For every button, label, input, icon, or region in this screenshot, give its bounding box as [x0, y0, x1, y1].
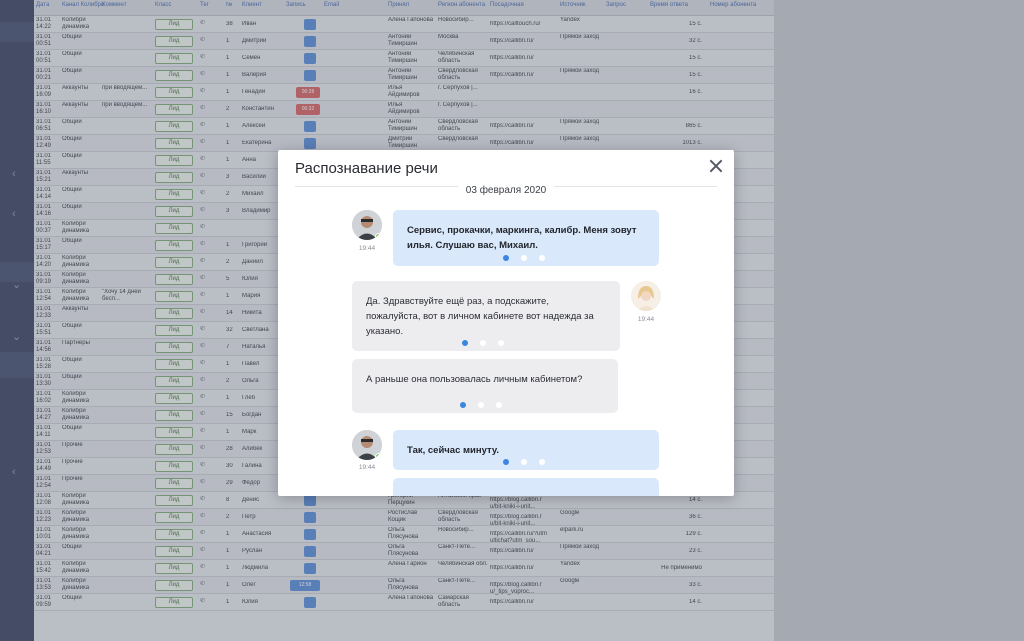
message-time: 19:44 [358, 464, 376, 471]
operator-message: Так, сейчас минуту. [393, 430, 659, 470]
conversation-date: 03 февраля 2020 [457, 185, 555, 196]
pagination-dot[interactable] [521, 255, 527, 261]
pagination-dot[interactable] [539, 459, 545, 465]
operator-avatar [352, 430, 382, 460]
client-message: Да. Здравствуйте ещё раз, а подскажите, … [352, 281, 620, 351]
pagination-dot[interactable] [498, 340, 504, 346]
pagination-dot[interactable] [462, 340, 468, 346]
operator-message: Сервис, прокачки, маркинга, калибр. Меня… [393, 210, 659, 266]
pagination-dot[interactable] [478, 402, 484, 408]
pagination-dot[interactable] [521, 459, 527, 465]
message-text: Да. Здравствуйте ещё раз, а подскажите, … [366, 296, 594, 337]
speech-recognition-modal: Распознавание речи 03 февраля 2020 19:44… [278, 150, 734, 496]
operator-avatar [352, 210, 382, 240]
client-message: А раньше она пользовалась личным кабинет… [352, 359, 618, 413]
modal-title: Распознавание речи [295, 160, 438, 177]
message-time: 19:44 [358, 245, 376, 252]
pagination-dot[interactable] [460, 402, 466, 408]
pagination-dot[interactable] [539, 255, 545, 261]
message-pagination [503, 459, 545, 465]
pagination-dot[interactable] [496, 402, 502, 408]
message-text: Так, сейчас минуту. [407, 445, 499, 456]
operator-message-partial [393, 478, 659, 496]
pagination-dot[interactable] [480, 340, 486, 346]
pagination-dot[interactable] [503, 255, 509, 261]
message-pagination [462, 340, 504, 346]
message-pagination [503, 255, 545, 261]
message-text: А раньше она пользовалась личным кабинет… [366, 374, 583, 385]
message-pagination [460, 402, 502, 408]
online-status-dot [375, 233, 382, 240]
message-time: 19:44 [637, 316, 655, 323]
pagination-dot[interactable] [503, 459, 509, 465]
message-text: Сервис, прокачки, маркинга, калибр. Меня… [407, 225, 637, 251]
online-status-dot [375, 453, 382, 460]
client-avatar [631, 281, 661, 311]
close-icon[interactable] [708, 158, 724, 174]
